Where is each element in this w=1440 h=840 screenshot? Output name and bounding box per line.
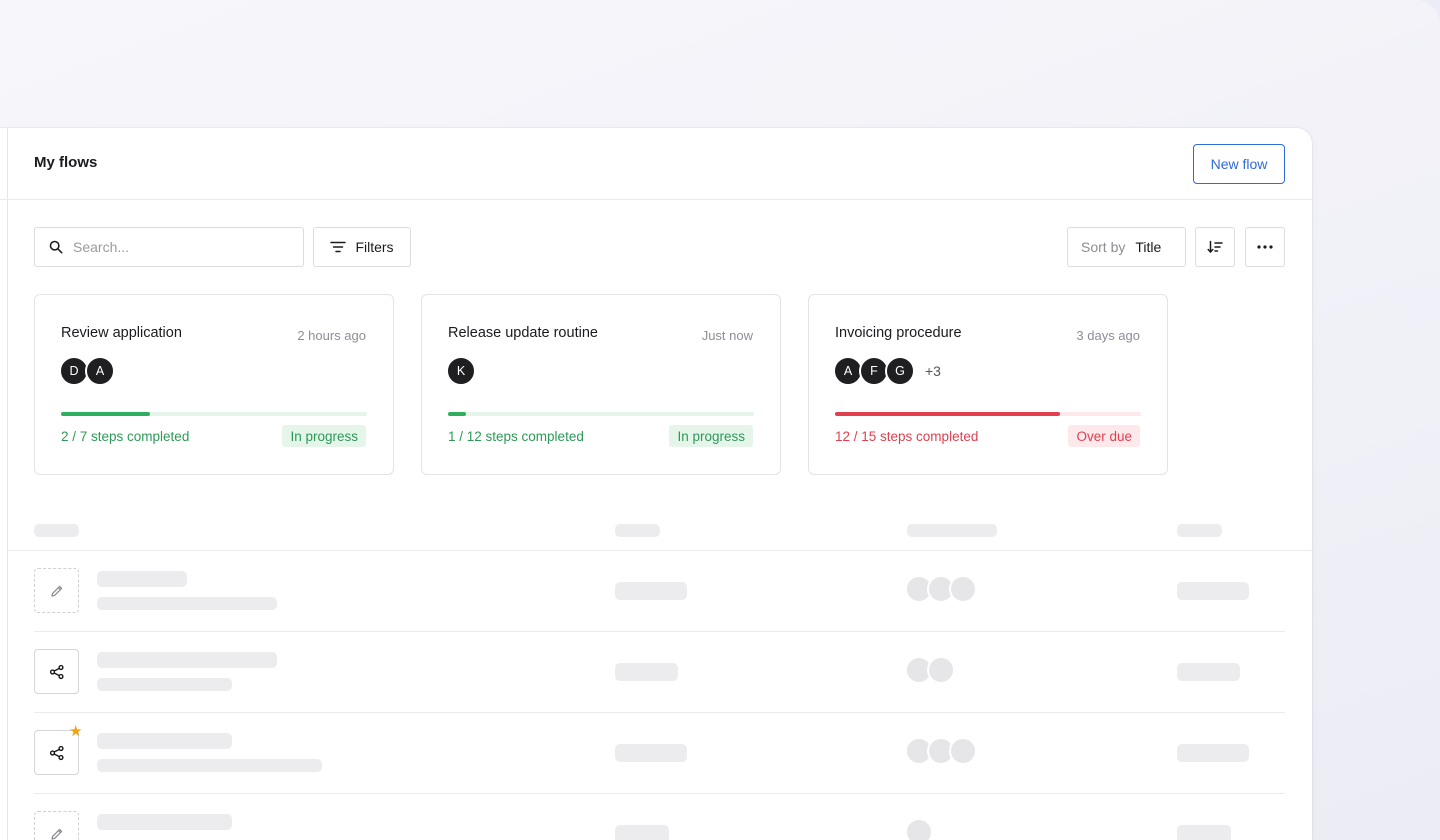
sort-descending-icon [1207, 240, 1223, 253]
progress-bar [835, 412, 1141, 416]
row-cell-placeholder [1177, 582, 1249, 600]
flow-card-timestamp: 3 days ago [1076, 328, 1140, 343]
progress-bar-fill [61, 412, 150, 416]
row-cell-placeholder [1177, 744, 1249, 762]
sort-value: Title [1135, 239, 1162, 255]
status-badge: In progress [282, 425, 366, 447]
flow-card-title: Invoicing procedure [835, 325, 962, 341]
status-badge: Over due [1068, 425, 1140, 447]
avatar: G [885, 356, 915, 386]
table-header-divider [8, 550, 1312, 551]
search-input[interactable] [73, 239, 293, 255]
row-cell-placeholder [1177, 825, 1231, 840]
column-header-placeholder [615, 524, 660, 537]
search-field[interactable] [34, 227, 304, 267]
new-flow-button[interactable]: New flow [1193, 144, 1285, 184]
row-cell-placeholder [615, 744, 687, 762]
row-subtitle-placeholder [97, 597, 277, 610]
avatar-placeholder [949, 737, 977, 765]
row-title-placeholder [97, 733, 232, 749]
row-subtitle-placeholder [97, 759, 322, 772]
star-icon: ★ [69, 723, 83, 740]
avatar-placeholder [949, 575, 977, 603]
status-badge: In progress [669, 425, 753, 447]
more-options-button[interactable] [1245, 227, 1285, 267]
column-header-placeholder [34, 524, 79, 537]
sort-label: Sort by [1081, 239, 1126, 255]
row-cell-placeholder [1177, 663, 1240, 681]
sort-select[interactable]: Sort by Title [1067, 227, 1186, 267]
row-title-placeholder [97, 652, 277, 668]
steps-completed-text: 2 / 7 steps completed [61, 429, 190, 444]
row-cell-placeholder [615, 825, 669, 840]
panel-header: My flows New flow [0, 128, 1312, 200]
flows-panel: My flows New flow Filters Sort by Title [0, 128, 1312, 840]
row-divider [34, 631, 1285, 632]
progress-bar [61, 412, 367, 416]
avatar-placeholder [927, 656, 955, 684]
avatar-group: K [446, 356, 476, 386]
avatar-group: A F G +3 [833, 356, 941, 386]
flow-card-title: Review application [61, 325, 182, 341]
row-divider [34, 712, 1285, 713]
progress-bar-fill [835, 412, 1060, 416]
page-title: My flows [34, 154, 98, 171]
flow-card[interactable]: Review application 2 hours ago D A 2 / 7 ste… [34, 294, 394, 475]
progress-bar [448, 412, 754, 416]
column-header-placeholder [1177, 524, 1222, 537]
avatar: A [85, 356, 115, 386]
avatar-placeholder [905, 818, 933, 840]
progress-bar-fill [448, 412, 467, 416]
filters-button[interactable]: Filters [313, 227, 411, 267]
avatar: K [446, 356, 476, 386]
steps-completed-text: 1 / 12 steps completed [448, 429, 584, 444]
row-divider [34, 793, 1285, 794]
steps-completed-text: 12 / 15 steps completed [835, 429, 979, 444]
pencil-icon [34, 811, 79, 840]
pencil-icon [34, 568, 79, 613]
filters-label: Filters [355, 239, 394, 255]
search-icon [49, 240, 63, 254]
flow-card[interactable]: Invoicing procedure 3 days ago A F G +3 12 / 1… [808, 294, 1168, 475]
row-cell-placeholder [615, 582, 687, 600]
row-title-placeholder [97, 571, 187, 587]
more-horizontal-icon [1257, 245, 1273, 249]
flow-card[interactable]: Release update routine Just now K 1 / 12 st… [421, 294, 781, 475]
row-title-placeholder [97, 814, 232, 830]
panel-divider [7, 128, 8, 840]
row-cell-placeholder [615, 663, 678, 681]
filter-icon [330, 241, 347, 253]
column-header-placeholder [907, 524, 997, 537]
row-subtitle-placeholder [97, 678, 232, 691]
sort-direction-button[interactable] [1195, 227, 1235, 267]
avatar-overflow-count: +3 [925, 363, 941, 379]
flow-card-title: Release update routine [448, 325, 598, 341]
flow-card-timestamp: Just now [701, 328, 753, 343]
share-icon [34, 649, 79, 694]
flow-card-timestamp: 2 hours ago [297, 328, 366, 343]
avatar-group: DA [59, 356, 115, 386]
